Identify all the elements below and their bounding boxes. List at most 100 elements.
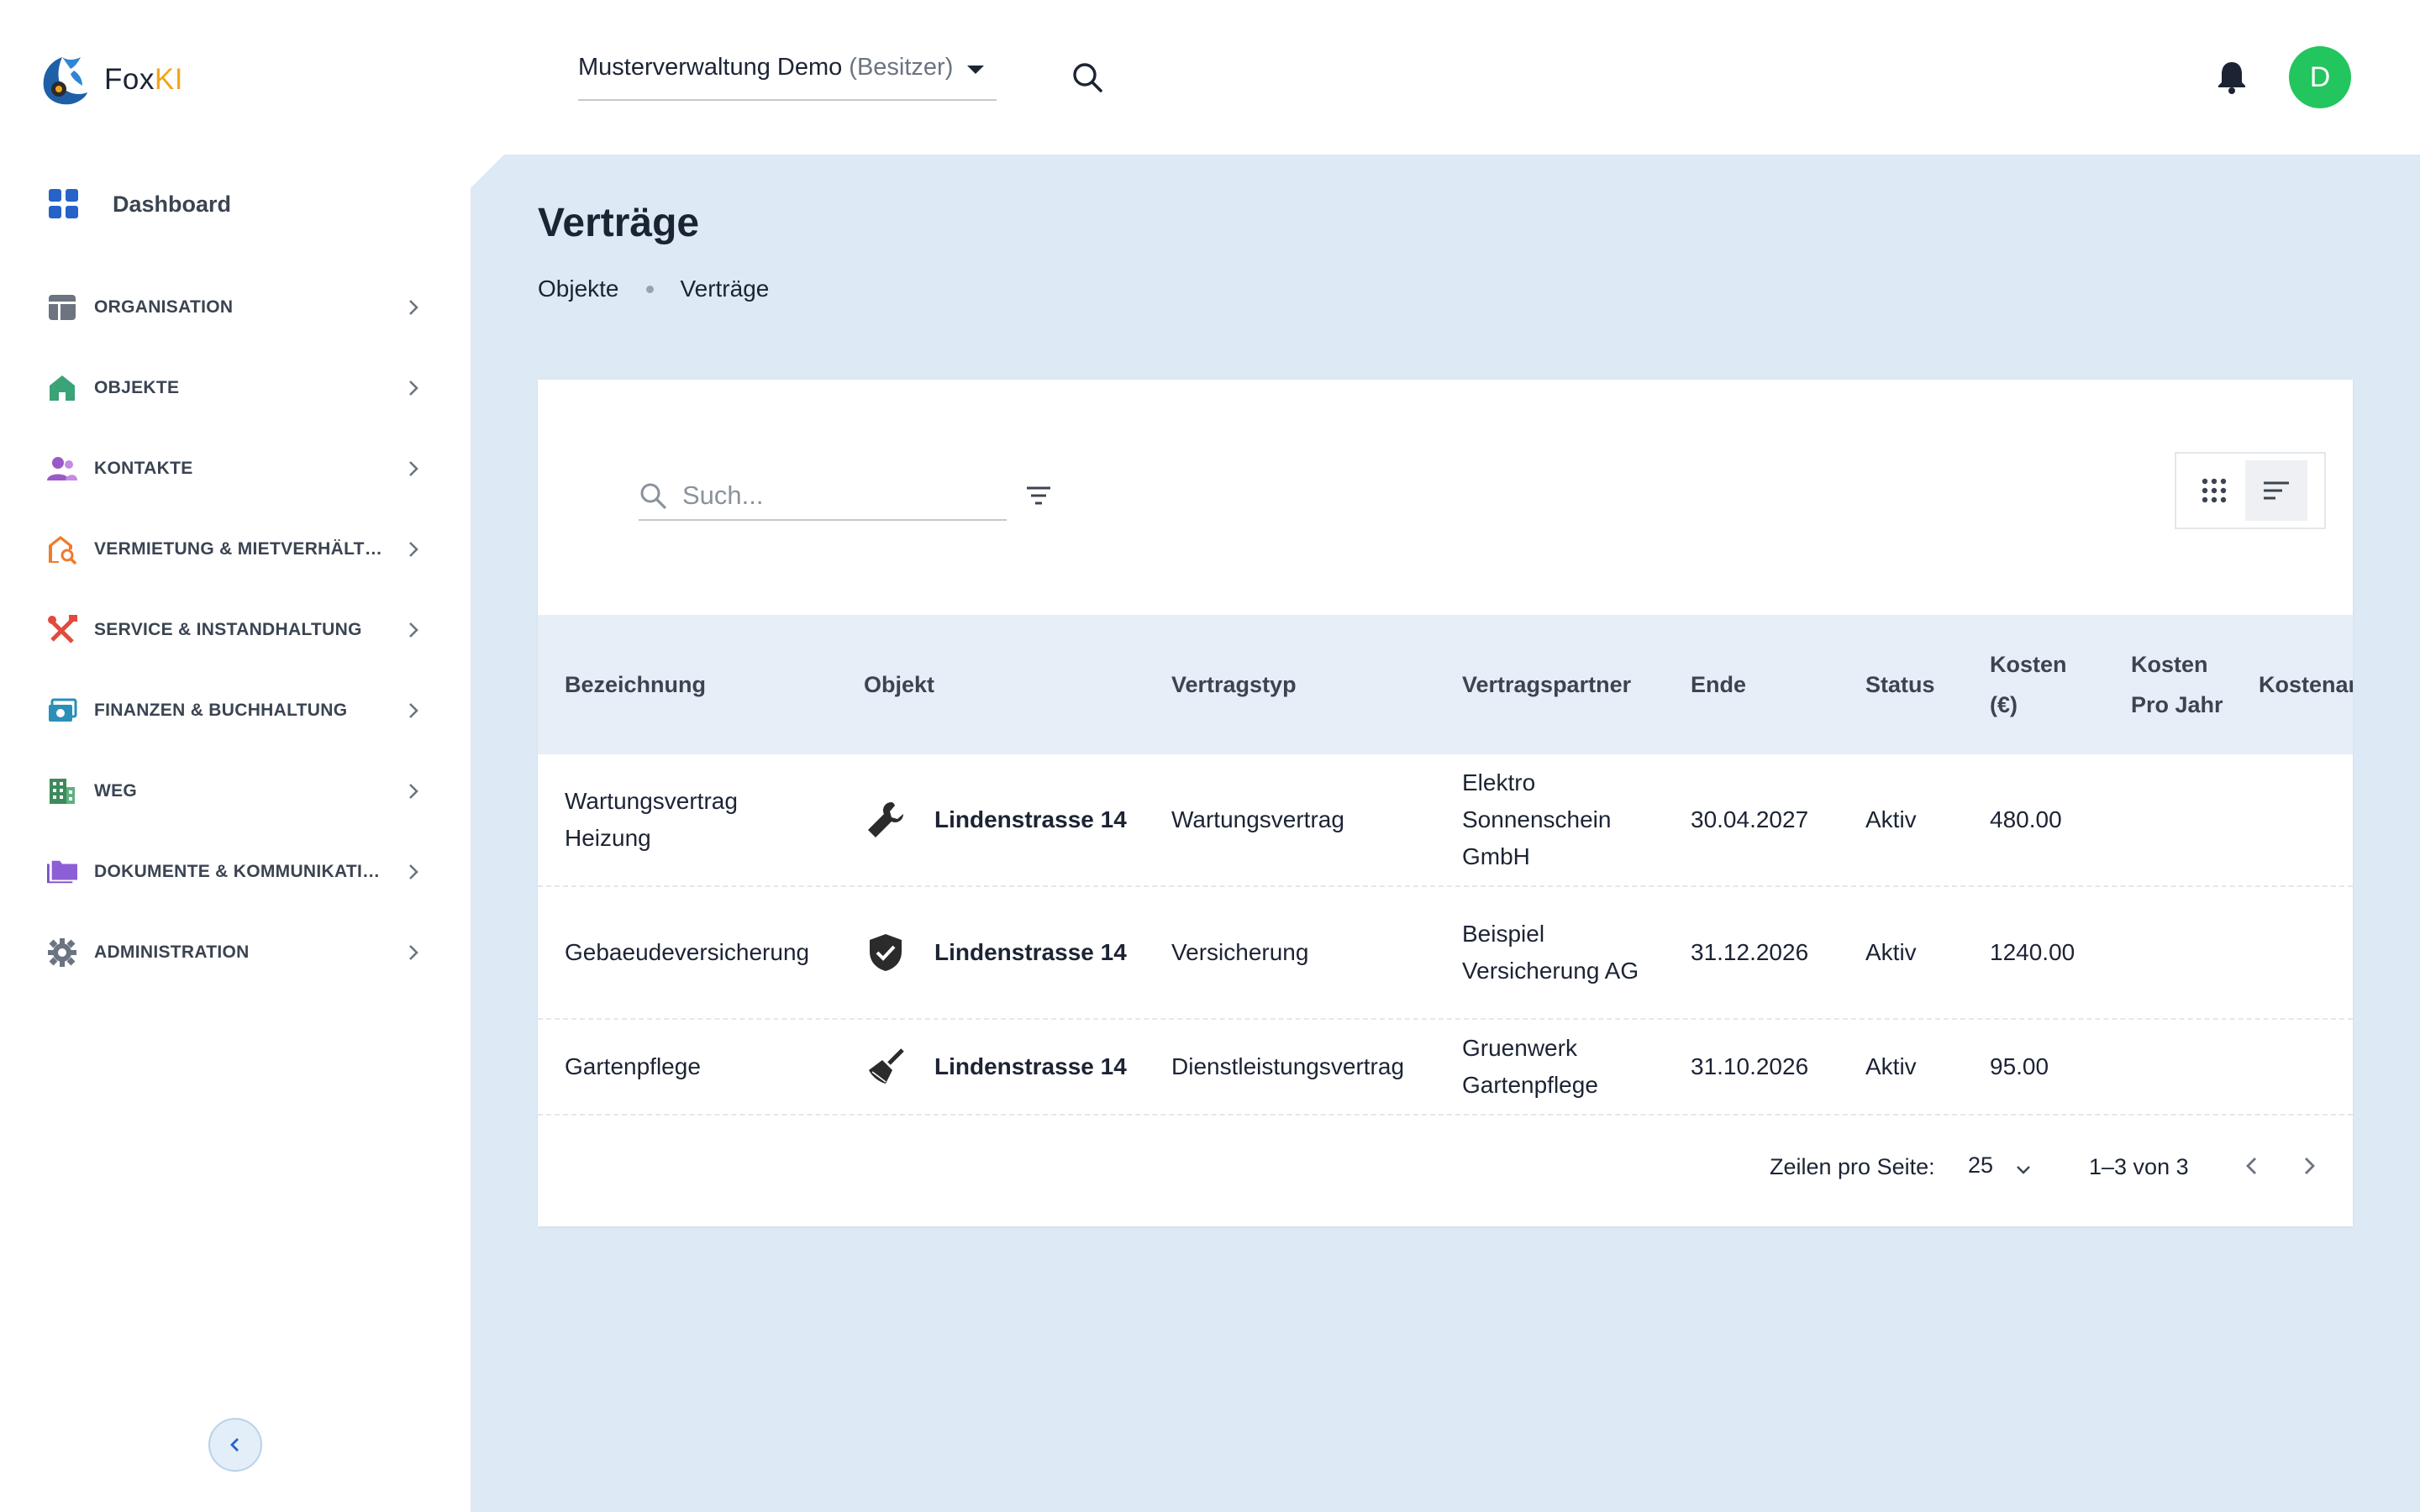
table-row[interactable]: Gartenpflege Lindenstrasse 14 Dienstleis… bbox=[538, 1020, 2353, 1116]
chevron-right-icon bbox=[409, 300, 418, 315]
sidebar-item-dashboard[interactable]: Dashboard bbox=[49, 183, 231, 225]
main-corner bbox=[471, 155, 504, 188]
chevron-right-icon bbox=[409, 622, 418, 638]
column-header-ende[interactable]: Ende bbox=[1691, 615, 1746, 754]
broom-icon bbox=[864, 1045, 908, 1089]
pagination-range: 1–3 von 3 bbox=[2089, 1154, 2189, 1179]
column-header-objekt[interactable]: Objekt bbox=[864, 615, 934, 754]
column-header-vertragstyp[interactable]: Vertragstyp bbox=[1171, 615, 1297, 754]
cell-objekt: Lindenstrasse 14 bbox=[864, 1020, 1127, 1114]
column-header-kosten-pro-jahr[interactable]: Kosten Pro Jahr bbox=[2131, 615, 2223, 754]
wrench-icon bbox=[864, 798, 908, 842]
column-header-kosten[interactable]: Kosten (€) bbox=[1990, 615, 2082, 754]
cell-ende: 30.04.2027 bbox=[1691, 806, 1809, 832]
org-role: (Besitzer) bbox=[849, 54, 954, 81]
chevron-right-icon bbox=[409, 864, 418, 879]
cell-kosten: 95.00 bbox=[1990, 1053, 2049, 1079]
sidebar-item-label: KONTAKTE bbox=[94, 459, 193, 478]
sidebar-item-label: SERVICE & INSTANDHALTUNG bbox=[94, 620, 362, 639]
breadcrumb-separator bbox=[645, 285, 654, 293]
house-search-icon bbox=[47, 534, 77, 564]
table-row[interactable]: Gebaeudeversicherung Lindenstrasse 14 Ve… bbox=[538, 887, 2353, 1020]
sidebar-item-label: DOKUMENTE & KOMMUNIKATION bbox=[94, 862, 388, 881]
sidebar-item-service[interactable]: SERVICE & INSTANDHALTUNG bbox=[47, 590, 425, 670]
sidebar-item-dokumente[interactable]: DOKUMENTE & KOMMUNIKATION bbox=[47, 832, 425, 912]
cell-bezeichnung: Wartungsvertrag Heizung bbox=[565, 788, 738, 851]
sidebar-item-label: ADMINISTRATION bbox=[94, 942, 250, 962]
column-header-kostenart[interactable]: Kostenart bbox=[2259, 615, 2353, 754]
cell-ende: 31.12.2026 bbox=[1691, 939, 1809, 965]
chevron-down-icon[interactable] bbox=[2013, 1159, 2033, 1179]
sidebar-item-kontakte[interactable]: KONTAKTE bbox=[47, 428, 425, 509]
grid-dots-icon bbox=[2202, 478, 2227, 503]
breadcrumb-item-vertraege: Verträge bbox=[680, 276, 770, 302]
app-name: FoxKI bbox=[104, 63, 183, 96]
sidebar-item-administration[interactable]: ADMINISTRATION bbox=[47, 912, 425, 993]
money-icon bbox=[47, 696, 77, 726]
cell-vertragstyp: Versicherung bbox=[1171, 939, 1309, 965]
sidebar-nav: ORGANISATION OBJEKTE KONTAKTE VERMIETUNG… bbox=[47, 267, 425, 993]
search-icon bbox=[640, 483, 666, 509]
table-row[interactable]: Wartungsvertrag Heizung Lindenstrasse 14… bbox=[538, 754, 2353, 887]
app-logo[interactable]: FoxKI bbox=[37, 52, 183, 108]
sidebar-item-label: VERMIETUNG & MIETVERHÄLTN... bbox=[94, 539, 388, 559]
cell-bezeichnung: Gebaeudeversicherung bbox=[565, 939, 810, 965]
contracts-table: Bezeichnung Objekt Vertragstyp Vertragsp… bbox=[538, 615, 2353, 1116]
gear-icon bbox=[47, 937, 77, 968]
sidebar-item-label: OBJEKTE bbox=[94, 378, 180, 397]
building-icon bbox=[47, 776, 77, 806]
search-icon[interactable] bbox=[1069, 59, 1106, 96]
bell-icon[interactable] bbox=[2213, 59, 2250, 96]
sidebar-item-label: WEG bbox=[94, 781, 138, 801]
previous-page-icon[interactable] bbox=[2235, 1149, 2269, 1183]
column-header-bezeichnung[interactable]: Bezeichnung bbox=[565, 615, 706, 754]
shield-check-icon bbox=[864, 931, 908, 974]
sidebar-item-weg[interactable]: WEG bbox=[47, 751, 425, 832]
cell-objekt: Lindenstrasse 14 bbox=[864, 887, 1127, 1018]
table-header: Bezeichnung Objekt Vertragstyp Vertragsp… bbox=[538, 615, 2353, 754]
sidebar: FoxKI Dashboard ORGANISATION OBJEKTE KON… bbox=[0, 0, 471, 1512]
layout-icon bbox=[47, 292, 77, 323]
cell-kosten: 1240.00 bbox=[1990, 939, 2075, 965]
search-input[interactable] bbox=[682, 480, 985, 511]
filter-icon[interactable] bbox=[1020, 477, 1057, 514]
column-header-vertragspartner[interactable]: Vertragspartner bbox=[1462, 615, 1631, 754]
sidebar-item-objekte[interactable]: OBJEKTE bbox=[47, 348, 425, 428]
cell-vertragspartner: Elektro Sonnenschein GmbH bbox=[1462, 769, 1612, 869]
chevron-right-icon bbox=[409, 784, 418, 799]
chevron-right-icon bbox=[409, 945, 418, 960]
chevron-right-icon bbox=[409, 381, 418, 396]
cell-kosten: 480.00 bbox=[1990, 806, 2062, 832]
list-view-button[interactable] bbox=[2245, 460, 2307, 521]
sidebar-item-organisation[interactable]: ORGANISATION bbox=[47, 267, 425, 348]
rows-per-page-label: Zeilen pro Seite: bbox=[1770, 1154, 1935, 1179]
cell-status: Aktiv bbox=[1865, 806, 1917, 832]
organization-select[interactable]: Musterverwaltung Demo (Besitzer) bbox=[578, 49, 997, 101]
avatar[interactable]: D bbox=[2289, 46, 2351, 108]
cell-vertragspartner: Beispiel Versicherung AG bbox=[1462, 921, 1639, 984]
cell-bezeichnung: Gartenpflege bbox=[565, 1053, 701, 1079]
people-icon bbox=[47, 454, 77, 484]
cell-objekt: Lindenstrasse 14 bbox=[864, 754, 1127, 885]
chevron-left-icon bbox=[230, 1438, 239, 1452]
sidebar-item-finanzen[interactable]: FINANZEN & BUCHHALTUNG bbox=[47, 670, 425, 751]
sidebar-collapse-button[interactable] bbox=[208, 1418, 262, 1472]
cell-status: Aktiv bbox=[1865, 939, 1917, 965]
chevron-right-icon bbox=[409, 703, 418, 718]
cell-vertragspartner: Gruenwerk Gartenpflege bbox=[1462, 1035, 1598, 1098]
column-header-status[interactable]: Status bbox=[1865, 615, 1935, 754]
home-icon bbox=[47, 373, 77, 403]
grid-view-button[interactable] bbox=[2183, 460, 2245, 521]
sidebar-item-label: ORGANISATION bbox=[94, 297, 234, 317]
tools-icon bbox=[47, 615, 77, 645]
sidebar-item-vermietung[interactable]: VERMIETUNG & MIETVERHÄLTN... bbox=[47, 509, 425, 590]
breadcrumb: Objekte Verträge bbox=[538, 276, 769, 302]
next-page-icon[interactable] bbox=[2292, 1149, 2326, 1183]
sidebar-item-label: Dashboard bbox=[113, 191, 232, 217]
chevron-right-icon bbox=[409, 461, 418, 476]
view-toggle bbox=[2175, 452, 2326, 529]
table-search bbox=[639, 472, 1007, 521]
rows-per-page-select[interactable]: 25 bbox=[1968, 1152, 1993, 1179]
cell-status: Aktiv bbox=[1865, 1053, 1917, 1079]
breadcrumb-item-objekte[interactable]: Objekte bbox=[538, 276, 619, 302]
